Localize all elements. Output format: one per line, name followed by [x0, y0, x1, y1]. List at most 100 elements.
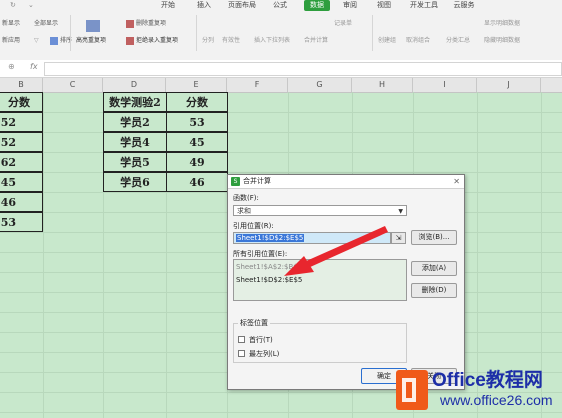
column-header-e[interactable]: E [166, 78, 227, 92]
chevron-down-icon: ▼ [398, 208, 403, 215]
column-header-g[interactable]: G [288, 78, 352, 92]
all-references-label: 所有引用位置(E): [233, 250, 288, 258]
tab-home[interactable]: 开始 [156, 0, 180, 11]
list-item[interactable]: Sheet1!$D$2:$E$5 [236, 274, 302, 286]
add-button[interactable]: 添加(A) [411, 261, 457, 276]
filter-icon: ▽ [34, 37, 39, 44]
reapply-button[interactable]: 新显示 [2, 19, 20, 28]
ribbon-tab-bar: ↻ ⌄ 开始 插入 页面布局 公式 数据 审阅 视图 开发工具 云服务 [0, 0, 562, 11]
ribbon-separator [70, 15, 71, 51]
collapse-dialog-icon[interactable]: ⇲ [391, 232, 406, 244]
consolidate-dialog: S 合并计算 ✕ 函数(F): 求和 ▼ 引用位置(R): Sheet1!$D$… [227, 174, 465, 390]
table-cell[interactable]: 46 [0, 192, 43, 212]
filter-all-button[interactable]: 全部显示 [34, 19, 58, 28]
tab-developer[interactable]: 开发工具 [406, 0, 442, 11]
tab-insert[interactable]: 插入 [192, 0, 216, 11]
delete-icon [126, 19, 134, 28]
watermark-url: www.office26.com [440, 392, 553, 408]
table-cell[interactable]: 45 [0, 172, 43, 192]
reference-label: 引用位置(R): [233, 222, 274, 230]
insert-dropdown-button[interactable]: 插入下拉列表 [254, 36, 290, 45]
dialog-title: 合并计算 [243, 177, 271, 185]
subtotal-button[interactable]: 分类汇总 [446, 36, 470, 45]
table-cell[interactable]: 学员5 [103, 152, 167, 172]
create-group-button[interactable]: 创建组 [378, 36, 396, 45]
first-row-label: 首行(T) [249, 336, 273, 344]
column-header-c[interactable]: C [43, 78, 103, 92]
ribbon: ↻ ⌄ 开始 插入 页面布局 公式 数据 审阅 视图 开发工具 云服务 新显示 … [0, 0, 562, 61]
dialog-titlebar[interactable]: S 合并计算 ✕ [228, 175, 464, 189]
table-cell[interactable]: 46 [166, 172, 228, 192]
sort-button[interactable]: 排序 [50, 36, 72, 45]
function-value: 求和 [237, 207, 251, 215]
close-icon[interactable]: ✕ [453, 175, 460, 188]
reject-icon [126, 36, 134, 45]
table-cell[interactable]: 62 [0, 152, 43, 172]
left-column-checkbox[interactable] [238, 350, 245, 357]
table-cell[interactable]: 53 [166, 112, 228, 132]
labels-group: 首行(T) 最左列(L) [233, 323, 407, 363]
watermark: Office教程网 www.office26.com [386, 366, 562, 418]
table-cell[interactable]: 52 [0, 132, 43, 152]
function-label: 函数(F): [233, 194, 259, 202]
redo-icon[interactable]: ↻ [10, 1, 16, 9]
tab-page-layout[interactable]: 页面布局 [224, 0, 260, 11]
sort-icon [50, 36, 58, 45]
apply-button[interactable]: 新应用 [2, 36, 20, 45]
reference-value: Sheet1!$D$2:$E$5 [236, 234, 305, 242]
delete-dup-label: 删除重复项 [136, 20, 167, 27]
chevron-down-icon[interactable]: ⌄ [28, 1, 34, 9]
column-header-j[interactable]: J [477, 78, 541, 92]
ribbon-separator [196, 15, 197, 51]
validity-button[interactable]: 有效性 [222, 36, 240, 45]
watermark-title: Office教程网 [432, 370, 543, 391]
record-button[interactable]: 记录单 [334, 19, 352, 28]
table-header-cell[interactable]: 分数 [166, 92, 228, 112]
table-cell[interactable]: 53 [0, 212, 43, 232]
show-detail-button[interactable]: 显示明细数据 [484, 19, 520, 28]
tab-review[interactable]: 审阅 [338, 0, 362, 11]
table-cell[interactable]: 学员6 [103, 172, 167, 192]
table-cell[interactable]: 学员2 [103, 112, 167, 132]
highlight-dup-button[interactable]: 高亮重复项 [76, 36, 106, 45]
consolidate-button[interactable]: 合并计算 [304, 36, 328, 45]
labels-group-title: 标签位置 [238, 318, 270, 328]
split-button[interactable]: 分列 [202, 36, 214, 45]
tab-formulas[interactable]: 公式 [268, 0, 292, 11]
highlight-dup-icon [86, 20, 102, 32]
column-header-f[interactable]: F [227, 78, 288, 92]
ribbon-separator [372, 15, 373, 51]
column-header-d[interactable]: D [103, 78, 166, 92]
delete-button[interactable]: 删除(D) [411, 283, 457, 298]
tab-cloud[interactable]: 云服务 [450, 0, 478, 11]
app-logo-icon: S [231, 177, 240, 186]
zoom-icon: ⊕ [8, 62, 15, 71]
fx-icon[interactable]: fx [30, 62, 38, 71]
left-column-label: 最左列(L) [249, 350, 280, 358]
hide-detail-button[interactable]: 隐藏明细数据 [484, 36, 520, 45]
table-cell[interactable]: 学员4 [103, 132, 167, 152]
list-item[interactable]: Sheet1!$A$2:$B$ [236, 261, 298, 273]
table-header-cell[interactable]: 数学测验2 [103, 92, 167, 112]
formula-bar: ⊕ fx [0, 60, 562, 78]
delete-dup-button[interactable]: 删除重复项 [126, 19, 166, 28]
table-header-cell[interactable]: 分数 [0, 92, 43, 112]
office-logo-icon [396, 370, 428, 410]
reference-input[interactable]: Sheet1!$D$2:$E$5 [233, 232, 391, 244]
table-cell[interactable]: 49 [166, 152, 228, 172]
function-select[interactable]: 求和 ▼ [233, 205, 407, 216]
browse-button[interactable]: 浏览(B)... [411, 230, 457, 245]
table-cell[interactable]: 45 [166, 132, 228, 152]
tab-view[interactable]: 视图 [372, 0, 396, 11]
ungroup-button[interactable]: 取消组合 [406, 36, 430, 45]
column-header-h[interactable]: H [352, 78, 413, 92]
column-header-i[interactable]: I [413, 78, 477, 92]
first-row-checkbox[interactable] [238, 336, 245, 343]
all-references-list[interactable]: Sheet1!$A$2:$B$ Sheet1!$D$2:$E$5 [233, 259, 407, 301]
tab-data[interactable]: 数据 [304, 0, 330, 11]
column-header-b[interactable]: B [0, 78, 43, 92]
reject-dup-button[interactable]: 拒绝录入重复项 [126, 36, 178, 45]
table-cell[interactable]: 52 [0, 112, 43, 132]
formula-input[interactable] [44, 62, 562, 76]
reject-dup-label: 拒绝录入重复项 [136, 37, 179, 44]
